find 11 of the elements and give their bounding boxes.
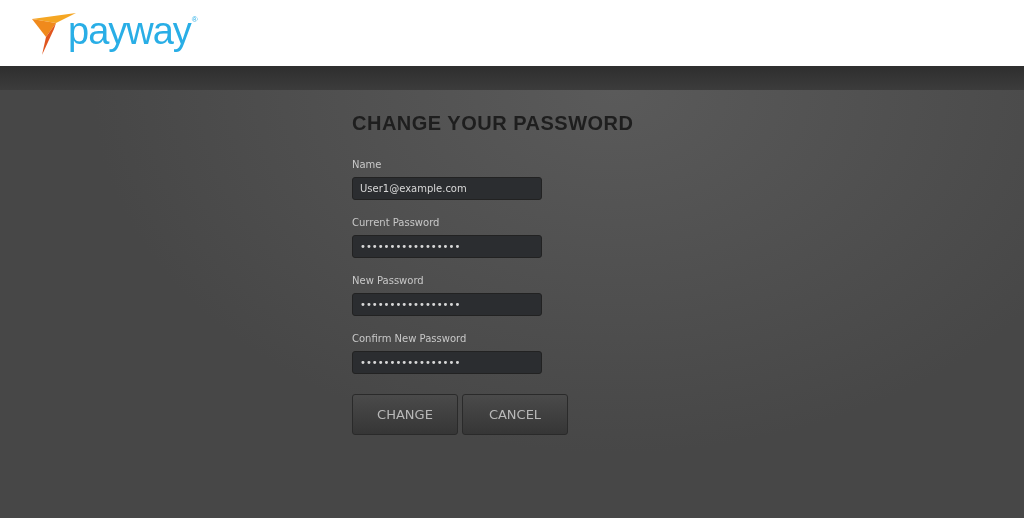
field-label: Name (352, 159, 382, 170)
input-field[interactable]: ••••••••••••••••• (352, 293, 542, 316)
field-label: New Password (352, 275, 424, 286)
field-label: Confirm New Password (352, 333, 467, 344)
logo-text: payway$^{®}$ (68, 9, 197, 53)
change-button[interactable]: CHANGE (352, 394, 458, 435)
field-label: Current Password (352, 217, 440, 228)
input-field[interactable]: ••••••••••••••••• (352, 351, 542, 374)
input-field[interactable]: User1@example.com (352, 177, 542, 200)
input-field[interactable]: ••••••••••••••••• (352, 235, 542, 258)
cancel-button[interactable]: CANCEL (462, 394, 568, 435)
